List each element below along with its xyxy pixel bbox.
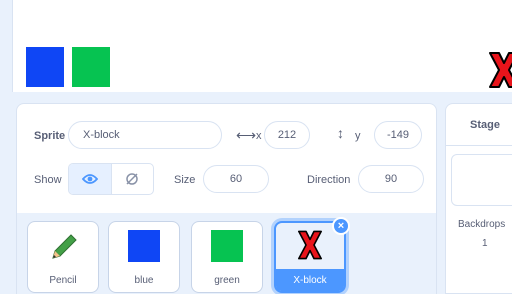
backdrops-label: Backdrops (458, 219, 506, 230)
eye-slash-icon (126, 173, 138, 185)
close-icon: × (337, 219, 345, 232)
stage-panel[interactable]: Stage Backdrops 1 (445, 103, 512, 294)
size-label: Size (174, 174, 196, 186)
stage-canvas[interactable] (12, 0, 512, 92)
backdrops-count: 1 (482, 238, 488, 249)
direction-label: Direction (307, 174, 351, 186)
stage-panel-title: Stage (446, 104, 512, 146)
blue-square-thumbnail (128, 230, 160, 262)
sprite-name-input[interactable]: X-block (68, 121, 222, 149)
sprite-info-panel: Sprite X-block ⟷ x 212 ↕ y -149 Show Siz… (16, 103, 437, 213)
y-arrows-icon: ↕ (337, 125, 344, 141)
direction-input[interactable]: 90 (358, 165, 424, 193)
x-label: x (256, 130, 262, 142)
sprite-tile-x-block[interactable]: X-block × (274, 217, 350, 293)
sprite-tile-blue[interactable]: blue (108, 221, 180, 293)
sprite-tile-label: X-block (293, 275, 327, 286)
show-visible-button[interactable] (69, 164, 112, 194)
sprite-tile-label: Pencil (49, 275, 77, 286)
size-input[interactable]: 60 (203, 165, 269, 193)
pencil-icon (52, 234, 77, 259)
visibility-toggle (68, 163, 154, 195)
green-sprite-on-stage[interactable] (72, 47, 110, 87)
sprite-tile-label: blue (134, 275, 154, 286)
stage-thumbnail[interactable] (451, 154, 512, 206)
x-arrows-icon: ⟷ (236, 127, 257, 143)
green-square-thumbnail (211, 230, 243, 262)
y-label: y (355, 130, 361, 142)
x-block-sprite-on-stage[interactable] (487, 50, 512, 90)
blue-sprite-on-stage[interactable] (26, 47, 64, 87)
red-x-icon (297, 230, 322, 260)
delete-sprite-button[interactable]: × (332, 217, 350, 235)
show-label: Show (34, 174, 62, 186)
sprite-list: Pencil blue green X-block × (16, 213, 437, 294)
sprite-tile-label: green (214, 275, 240, 286)
hide-button[interactable] (112, 164, 154, 194)
sprite-tile-pencil[interactable]: Pencil (27, 221, 99, 293)
eye-icon (81, 174, 98, 184)
sprite-tile-green[interactable]: green (191, 221, 263, 293)
sprite-label: Sprite (34, 130, 66, 142)
x-position-input[interactable]: 212 (264, 121, 310, 149)
y-position-input[interactable]: -149 (374, 121, 422, 149)
